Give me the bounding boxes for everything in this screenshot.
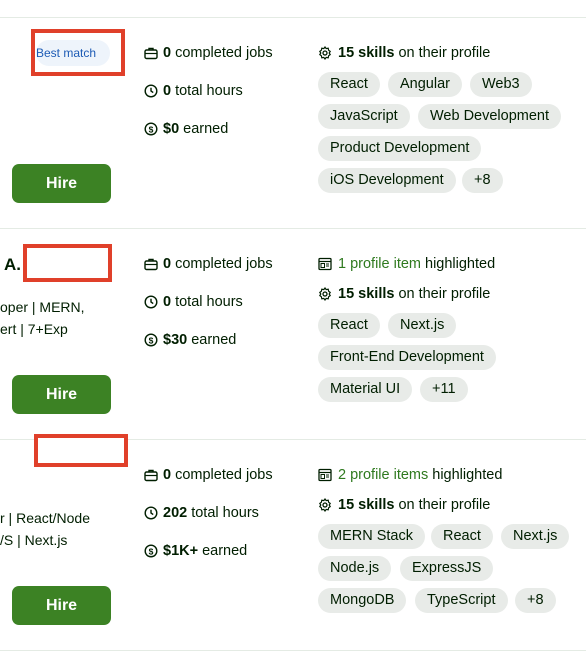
dollar-icon: $ <box>144 122 158 136</box>
gear-icon <box>318 46 332 60</box>
skills-summary: 15 skills on their profile <box>318 497 490 513</box>
earned-stat: $ $1K+ earned <box>144 543 247 559</box>
stat-label: total hours <box>175 83 243 99</box>
skill-tag[interactable]: ExpressJS <box>400 556 494 581</box>
stat-label: earned <box>183 121 229 137</box>
card-divider <box>0 17 586 18</box>
highlighted-items: 2 profile items highlighted <box>318 467 502 483</box>
stat-value: $1K+ <box>163 543 199 559</box>
freelancer-name[interactable]: A. <box>4 255 21 275</box>
stat-label: total hours <box>175 294 243 310</box>
hire-button[interactable]: Hire <box>12 586 111 625</box>
total-hours-stat: 0 total hours <box>144 83 243 99</box>
more-skills-tag[interactable]: +11 <box>420 377 468 402</box>
skill-tag[interactable]: React <box>431 524 493 549</box>
dollar-icon: $ <box>144 333 158 347</box>
skills-count: 15 skills <box>338 45 395 61</box>
stat-value: 0 <box>163 45 172 61</box>
skill-tag[interactable]: TypeScript <box>415 588 508 613</box>
skill-tag[interactable]: React <box>318 72 380 97</box>
best-match-badge: Best match <box>36 40 110 66</box>
portfolio-icon <box>318 257 332 271</box>
earned-stat: $ $30 earned <box>144 332 236 348</box>
hire-button[interactable]: Hire <box>12 164 111 203</box>
card-divider <box>0 650 586 651</box>
highlight-suffix: highlighted <box>432 467 503 483</box>
completed-jobs-stat: 0 completed jobs <box>144 467 273 483</box>
more-skills-tag[interactable]: +8 <box>515 588 556 613</box>
skills-suffix: on their profile <box>398 45 491 61</box>
portfolio-icon <box>318 468 332 482</box>
clock-icon <box>144 506 158 520</box>
skill-tag[interactable]: Node.js <box>318 556 392 581</box>
stat-value: 0 <box>163 83 172 99</box>
svg-text:$: $ <box>149 124 154 134</box>
stat-label: total hours <box>191 505 259 521</box>
svg-text:$: $ <box>149 546 154 556</box>
completed-jobs-stat: 0 completed jobs <box>144 256 273 272</box>
redaction-box <box>23 244 112 282</box>
skill-tag[interactable]: Product Development <box>318 136 482 161</box>
svg-text:$: $ <box>149 335 154 345</box>
total-hours-stat: 0 total hours <box>144 294 243 310</box>
stat-label: completed jobs <box>175 467 273 483</box>
skills-summary: 15 skills on their profile <box>318 286 490 302</box>
skills-count: 15 skills <box>338 497 395 513</box>
freelancer-title-line: /S | Next.js <box>0 532 68 548</box>
briefcase-icon <box>144 46 158 60</box>
more-skills-tag[interactable]: +8 <box>462 168 503 193</box>
skills-suffix: on their profile <box>398 497 491 513</box>
freelancer-title-line: ert | 7+Exp <box>0 321 68 337</box>
skill-tag[interactable]: React <box>318 313 380 338</box>
skill-tag[interactable]: Next.js <box>501 524 570 549</box>
freelancer-title-line: r | React/Node <box>0 510 91 526</box>
redaction-box <box>34 434 128 467</box>
stat-value: 202 <box>163 505 188 521</box>
completed-jobs-stat: 0 completed jobs <box>144 45 273 61</box>
clock-icon <box>144 84 158 98</box>
hire-button[interactable]: Hire <box>12 375 111 414</box>
card-divider <box>0 228 586 229</box>
skills-count: 15 skills <box>338 286 395 302</box>
briefcase-icon <box>144 257 158 271</box>
stat-label: earned <box>202 543 248 559</box>
stat-value: 0 <box>163 467 172 483</box>
clock-icon <box>144 295 158 309</box>
skill-tag[interactable]: Material UI <box>318 377 413 402</box>
stat-value: $0 <box>163 121 180 137</box>
briefcase-icon <box>144 468 158 482</box>
skill-tag[interactable]: Next.js <box>388 313 457 338</box>
gear-icon <box>318 287 332 301</box>
stat-label: completed jobs <box>175 45 273 61</box>
earned-stat: $ $0 earned <box>144 121 228 137</box>
stat-value: 0 <box>163 256 172 272</box>
highlight-suffix: highlighted <box>425 256 496 272</box>
skill-tag[interactable]: Angular <box>388 72 462 97</box>
stat-label: earned <box>191 332 237 348</box>
skill-tag[interactable]: Front-End Development <box>318 345 496 370</box>
skill-tag[interactable]: iOS Development <box>318 168 456 193</box>
stat-value: $30 <box>163 332 188 348</box>
profile-items-link[interactable]: 2 profile items <box>338 467 428 483</box>
skills-suffix: on their profile <box>398 286 491 302</box>
skills-summary: 15 skills on their profile <box>318 45 490 61</box>
skill-tag[interactable]: JavaScript <box>318 104 410 129</box>
profile-items-link[interactable]: 1 profile item <box>338 256 421 272</box>
skill-tag[interactable]: MERN Stack <box>318 524 425 549</box>
skill-tag[interactable]: Web Development <box>418 104 562 129</box>
stat-value: 0 <box>163 294 172 310</box>
total-hours-stat: 202 total hours <box>144 505 259 521</box>
dollar-icon: $ <box>144 544 158 558</box>
stat-label: completed jobs <box>175 256 273 272</box>
highlighted-items: 1 profile item highlighted <box>318 256 495 272</box>
gear-icon <box>318 498 332 512</box>
freelancer-title-line: oper | MERN, <box>0 299 85 315</box>
skill-tag[interactable]: Web3 <box>470 72 532 97</box>
skill-tag[interactable]: MongoDB <box>318 588 407 613</box>
